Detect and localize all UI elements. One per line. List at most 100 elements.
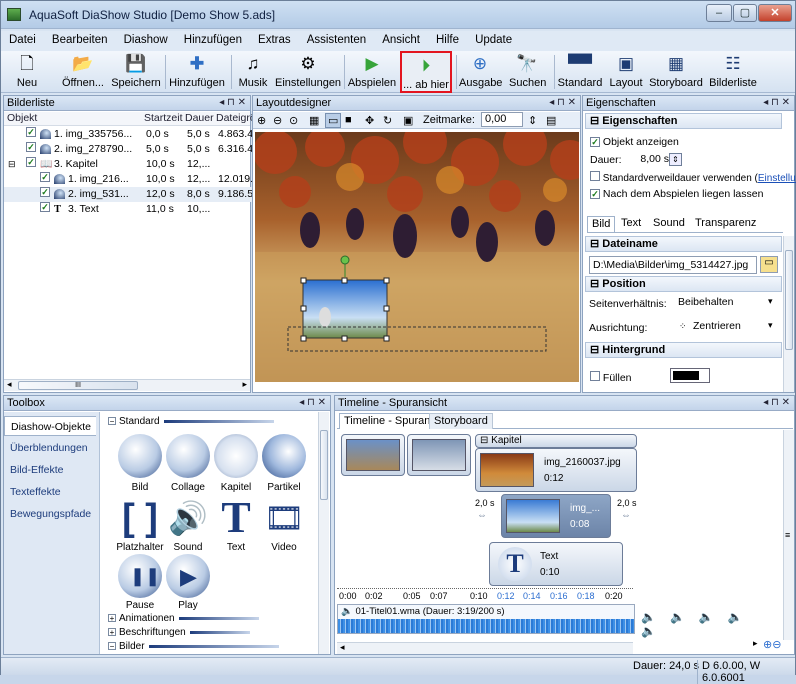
tab-sound[interactable]: Sound [649, 216, 689, 232]
menu-assistenten[interactable]: Assistenten [307, 31, 366, 46]
kapitel-book-icon[interactable] [214, 434, 258, 478]
time-ruler[interactable]: 0:00 0:02 0:05 0:07 0:10 0:12 0:14 0:16 … [337, 588, 633, 602]
timeline-clip[interactable] [341, 434, 405, 476]
fuellen-option[interactable]: Füllen [590, 371, 632, 384]
transition-arrow-icon[interactable]: ⇔ [621, 510, 631, 521]
menu-bearbeiten[interactable]: Bearbeiten [52, 31, 108, 46]
play-button[interactable]: ▶ Abspielen [347, 51, 397, 93]
tab-text[interactable]: Text [617, 216, 645, 232]
collage-tool-icon[interactable] [166, 434, 210, 478]
table-row[interactable]: ✓ 1. img_216... 10,0 s 12,... 12.019. [4, 172, 253, 187]
checkbox-checked[interactable]: ✓ [40, 172, 50, 182]
group-animationen[interactable]: + Animationen [108, 613, 308, 625]
time-spinner-icon[interactable]: ⇕ [528, 114, 537, 127]
properties-scrollbar[interactable] [783, 236, 794, 392]
fuellen-checkbox[interactable] [590, 371, 600, 381]
open-button[interactable]: 📂 Öffnen... [57, 51, 109, 93]
dauer-spinner-icon[interactable]: ⇕ [669, 153, 682, 166]
menu-extras[interactable]: Extras [258, 31, 291, 46]
nach-abspielen-option[interactable]: ✓ Nach dem Abspielen liegen lassen [590, 188, 763, 200]
table-row[interactable]: ✓ 2. img_278790... 5,0 s 5,0 s 6.316.4 [4, 142, 253, 157]
section-eigenschaften[interactable]: ⊟ Eigenschaften [585, 113, 782, 129]
tab-transparenz[interactable]: Transparenz [691, 216, 760, 232]
new-button[interactable]: 🗋 Neu [7, 51, 47, 93]
timeline-clip-selected[interactable]: img_... 0:08 [501, 494, 611, 538]
category-texteffekte[interactable]: Texteffekte [4, 482, 96, 502]
color-picker[interactable] [670, 368, 710, 383]
group-bilder[interactable]: − Bilder [108, 641, 308, 653]
menu-hinzufuegen[interactable]: Hinzufügen [184, 31, 242, 46]
view-standard-button[interactable]: ▀▀ Standard [557, 51, 603, 93]
partikel-tool-icon[interactable] [262, 434, 306, 478]
audio-track[interactable]: 🔈 01-Titel01.wma (Dauer: 3:19/200 s) [337, 604, 635, 634]
transition-arrow-icon[interactable]: ⇔ [477, 510, 487, 521]
browse-folder-icon[interactable]: ▭ [760, 256, 778, 273]
seitenverhaeltnis-select[interactable]: Beibehalten [675, 294, 777, 312]
chevron-down-icon[interactable]: ▾ [768, 296, 773, 307]
sound-speaker-icon[interactable]: 🔊 [166, 496, 210, 540]
camera-icon[interactable]: ■ [345, 114, 352, 126]
play-from-here-button[interactable]: ⏵ ... ab hier [400, 51, 452, 93]
checkbox-checked[interactable]: ✓ [40, 187, 50, 197]
group-beschriftungen[interactable]: + Beschriftungen [108, 627, 308, 639]
standardverweildauer-checkbox[interactable] [590, 171, 600, 181]
panel-controls[interactable]: ◂ ⊓ ✕ [763, 396, 790, 410]
video-film-icon[interactable]: 🎞 [262, 496, 306, 540]
maximize-button[interactable]: ▢ [733, 4, 757, 22]
timeline-vscrollbar[interactable]: ≡ [783, 430, 794, 640]
scroll-thumb[interactable] [785, 250, 793, 350]
music-button[interactable]: ♫ Musik [235, 51, 271, 93]
table-row-selected[interactable]: ✓ 2. img_531... 12,0 s 8,0 s 9.186.5 [4, 187, 253, 202]
bild-tool-icon[interactable] [118, 434, 162, 478]
checkbox-checked[interactable]: ✓ [40, 202, 50, 212]
scroll-grip-icon[interactable]: ≡ [785, 530, 790, 540]
section-hintergrund[interactable]: ⊟ Hintergrund [585, 342, 782, 358]
menu-diashow[interactable]: Diashow [124, 31, 168, 46]
panel-controls[interactable]: ◂ ⊓ ✕ [763, 96, 790, 110]
timeline-clip[interactable]: img_2160037.jpg 0:12 [475, 448, 637, 492]
panel-controls[interactable]: ◂ ⊓ ✕ [219, 96, 246, 110]
view-storyboard-button[interactable]: ▦ Storyboard [649, 51, 703, 93]
rotate-icon[interactable]: ↻ [383, 114, 392, 127]
zoom-in-icon[interactable]: ⊕ [257, 114, 266, 127]
zeitmarke-input[interactable]: 0,00 [481, 112, 523, 127]
checkbox-checked[interactable]: ✓ [26, 127, 36, 137]
category-bewegungspfade[interactable]: Bewegungspfade [4, 504, 96, 524]
save-frame-icon[interactable]: ▤ [546, 114, 556, 127]
output-button[interactable]: ⊕ Ausgabe [459, 51, 502, 93]
dauer-input[interactable]: 8,00 s [627, 151, 669, 169]
standardverweildauer-option[interactable]: Standardverweildauer verwenden (Einstell… [590, 171, 796, 184]
table-row[interactable]: ⊟ ✓ 📖 3. Kapitel 10,0 s 12,... [4, 157, 252, 172]
table-row[interactable]: ✓ 1. img_335756... 0,0 s 5,0 s 4.863.4 [4, 127, 253, 142]
view-layout-button[interactable]: ▣ Layout [607, 51, 645, 93]
col-startzeit[interactable]: Startzeit [144, 112, 183, 126]
group-standard[interactable]: − Standard [108, 416, 308, 428]
grid-icon[interactable]: ▦ [309, 114, 319, 127]
einstellungen-link[interactable]: Einstellungen [758, 173, 796, 184]
ausrichtung-select[interactable]: Zentrieren [675, 318, 777, 336]
scroll-thumb[interactable] [320, 430, 328, 500]
scroll-left-arrow-icon[interactable]: ◂ [340, 642, 345, 653]
timeline-hscrollbar[interactable]: ◂ [337, 642, 633, 654]
menu-hilfe[interactable]: Hilfe [436, 31, 459, 46]
objekt-anzeigen-checkbox[interactable]: ✓ [590, 137, 600, 147]
category-diashow-objekte[interactable]: Diashow-Objekte [4, 416, 96, 436]
col-objekt[interactable]: Objekt [7, 112, 37, 126]
dateiname-input[interactable]: D:\Media\Bilder\img_5314427.jpg [589, 256, 757, 274]
panel-controls[interactable]: ◂ ⊓ ✕ [299, 396, 326, 410]
zoom-out-icon[interactable]: ⊖ [273, 114, 282, 127]
checkbox-checked[interactable]: ✓ [26, 157, 36, 167]
horizontal-scrollbar[interactable]: ◂ III ▸ [4, 379, 250, 391]
category-bild-effekte[interactable]: Bild-Effekte [4, 460, 96, 480]
zoom-fit-icon[interactable]: ⊙ [289, 114, 298, 127]
collapse-tree-icon[interactable]: ⊟ [8, 157, 16, 172]
settings-button[interactable]: ⚙ Einstellungen [275, 51, 341, 93]
minimize-button[interactable]: – [706, 4, 732, 22]
save-button[interactable]: 💾 Speichern [111, 51, 161, 93]
col-dateigroesse[interactable]: Dateigrö [216, 112, 256, 126]
scroll-right-arrow-icon[interactable]: ▸ [242, 379, 247, 390]
section-dateiname[interactable]: ⊟ Dateiname [585, 236, 782, 252]
timeline-area[interactable]: ⊟ Kapitel img_2160037.jpg 0:12 2,0 s ⇔ i… [337, 430, 781, 654]
image-tool-icon[interactable]: ▭ [325, 113, 342, 128]
text-t-icon[interactable]: T [214, 496, 258, 540]
